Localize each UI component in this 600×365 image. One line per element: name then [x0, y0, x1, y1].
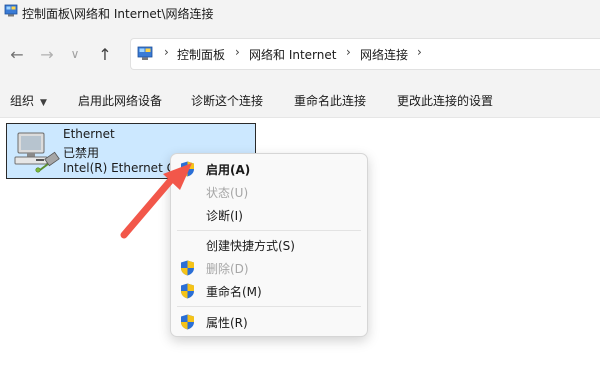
- breadcrumb-network-connections[interactable]: 网络连接: [360, 46, 408, 63]
- address-bar[interactable]: › 控制面板 › 网络和 Internet › 网络连接 ›: [130, 38, 600, 70]
- menu-item-enable[interactable]: 启用(A): [171, 158, 367, 180]
- network-adapter-icon: [14, 132, 60, 173]
- menu-label: 删除(D): [206, 262, 249, 276]
- menu-label: 创建快捷方式(S): [206, 239, 295, 253]
- menu-item-properties[interactable]: 属性(R): [171, 311, 367, 333]
- menu-label: 状态(U): [206, 186, 249, 200]
- menu-item-diagnose[interactable]: 诊断(I): [171, 204, 367, 226]
- navigation-bar: ← → ∨ ↑ › 控制面板 › 网络和 Internet › 网络连接 ›: [0, 26, 600, 82]
- control-panel-icon: [4, 4, 18, 17]
- menu-label: 诊断(I): [206, 209, 243, 223]
- adapter-device: Intel(R) Ethernet C: [63, 161, 175, 175]
- context-menu: 启用(A) 状态(U) 诊断(I) 创建快捷方式(S) 删除(D) 重命名(M): [170, 153, 368, 337]
- breadcrumb-separator[interactable]: ›: [417, 45, 422, 59]
- uac-shield-icon: [181, 161, 194, 177]
- breadcrumb-separator[interactable]: ›: [346, 45, 351, 59]
- chevron-down-icon: ∨: [70, 47, 80, 61]
- uac-shield-icon: [181, 283, 194, 299]
- caret-down-icon: ▼: [40, 98, 47, 108]
- menu-label: 重命名(M): [206, 285, 262, 299]
- up-button[interactable]: ↑: [92, 41, 118, 67]
- organize-label: 组织: [10, 94, 35, 108]
- breadcrumb-separator[interactable]: ›: [235, 45, 240, 59]
- arrow-right-icon: →: [40, 44, 54, 64]
- title-bar: 控制面板\网络和 Internet\网络连接: [0, 0, 600, 26]
- menu-item-create-shortcut[interactable]: 创建快捷方式(S): [171, 234, 367, 256]
- breadcrumb-network-internet[interactable]: 网络和 Internet: [249, 46, 336, 63]
- command-bar: 组织 ▼ 启用此网络设备 诊断这个连接 重命名此连接 更改此连接的设置: [0, 82, 600, 118]
- window-title: 控制面板\网络和 Internet\网络连接: [22, 7, 214, 21]
- recent-locations-button[interactable]: ∨: [62, 41, 88, 67]
- enable-device-button[interactable]: 启用此网络设备: [78, 92, 162, 109]
- menu-label: 属性(R): [206, 316, 248, 330]
- breadcrumb-control-panel[interactable]: 控制面板: [177, 46, 225, 63]
- back-button[interactable]: ←: [4, 41, 30, 67]
- menu-separator: [177, 306, 361, 307]
- menu-item-rename[interactable]: 重命名(M): [171, 280, 367, 302]
- breadcrumb-separator[interactable]: ›: [164, 45, 169, 59]
- forward-button[interactable]: →: [34, 41, 60, 67]
- organize-menu-button[interactable]: 组织 ▼: [10, 92, 47, 109]
- menu-item-delete: 删除(D): [171, 257, 367, 279]
- arrow-left-icon: ←: [10, 44, 24, 64]
- menu-item-status: 状态(U): [171, 181, 367, 203]
- arrow-up-icon: ↑: [98, 44, 112, 64]
- control-panel-icon: [137, 46, 153, 60]
- change-settings-button[interactable]: 更改此连接的设置: [397, 92, 493, 109]
- menu-label: 启用(A): [206, 163, 251, 177]
- uac-shield-icon: [181, 260, 194, 276]
- adapter-name: Ethernet: [63, 127, 115, 141]
- uac-shield-icon: [181, 314, 194, 330]
- adapter-status: 已禁用: [63, 146, 100, 160]
- rename-connection-button[interactable]: 重命名此连接: [294, 92, 366, 109]
- menu-separator: [177, 230, 361, 231]
- diagnose-connection-button[interactable]: 诊断这个连接: [191, 92, 263, 109]
